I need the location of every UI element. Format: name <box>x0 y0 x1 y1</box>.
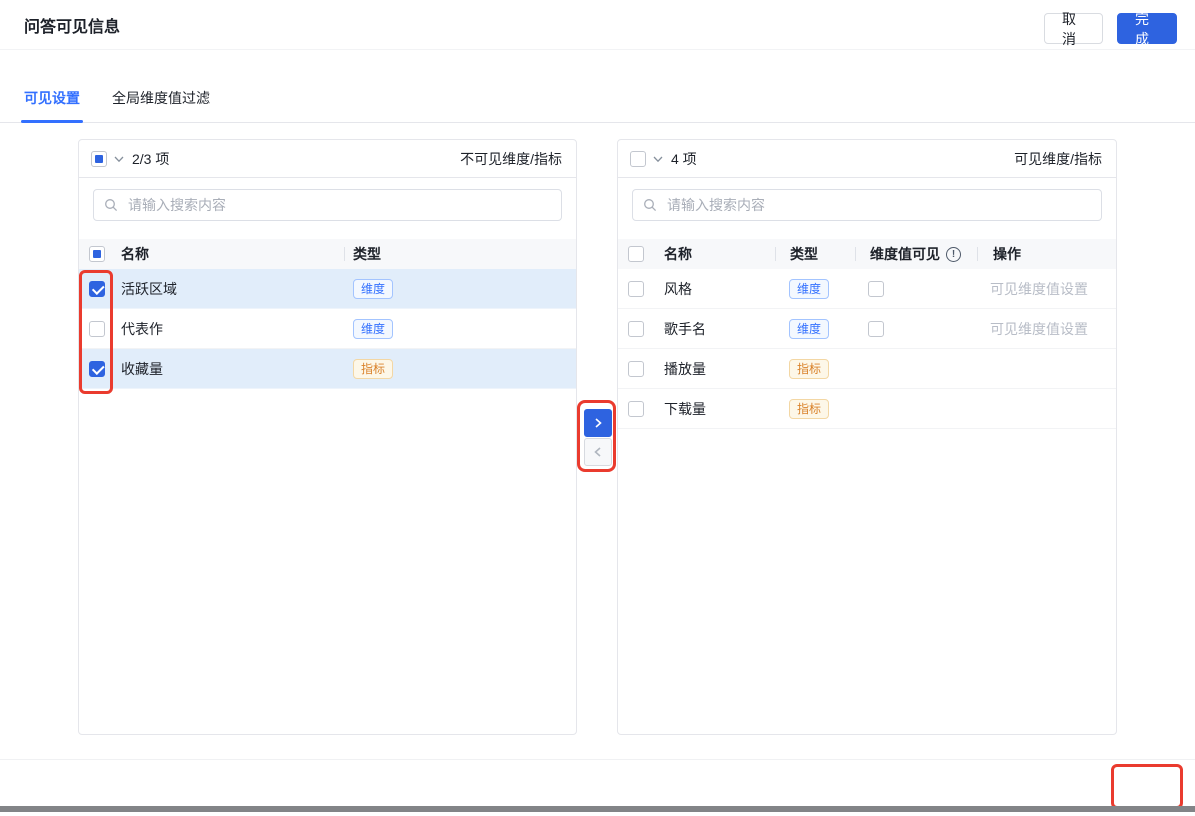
right-col-type: 类型 <box>776 244 855 264</box>
chevron-down-icon[interactable] <box>114 154 124 164</box>
left-search <box>93 189 562 221</box>
left-table-select-all-checkbox[interactable] <box>89 246 105 262</box>
chevron-down-icon[interactable] <box>653 154 663 164</box>
type-tag-dimension: 维度 <box>789 279 829 299</box>
confirm-button[interactable]: 完成 <box>1117 13 1177 44</box>
tab-bar: 可见设置 全局维度值过滤 <box>0 50 1195 123</box>
type-tag-dimension: 维度 <box>789 319 829 339</box>
row-checkbox[interactable] <box>89 361 105 377</box>
left-col-type: 类型 <box>345 244 576 264</box>
select-all-left-checkbox[interactable] <box>91 151 107 167</box>
row-name: 活跃区域 <box>121 279 345 299</box>
type-tag-metric: 指标 <box>789 359 829 379</box>
right-col-action: 操作 <box>978 244 1116 264</box>
dialog-footer <box>0 759 1195 806</box>
table-row[interactable]: 收藏量 指标 <box>79 349 576 389</box>
visible-panel: 4 项 可见维度/指标 名称 类型 维度值可见 ! 操作 风格 维度 <box>617 139 1117 735</box>
move-to-invisible-button[interactable] <box>584 438 612 466</box>
left-table-header: 名称 类型 <box>79 239 576 269</box>
row-checkbox[interactable] <box>628 361 644 377</box>
left-count-label: 2/3 项 <box>132 149 169 169</box>
right-search <box>632 189 1102 221</box>
dim-visible-checkbox[interactable] <box>868 321 884 337</box>
row-name: 代表作 <box>121 319 345 339</box>
visible-panel-header: 4 项 可见维度/指标 <box>618 140 1116 178</box>
select-all-right-checkbox[interactable] <box>630 151 646 167</box>
right-col-name: 名称 <box>664 244 775 264</box>
right-count-label: 4 项 <box>671 149 697 169</box>
row-name: 下载量 <box>664 399 775 419</box>
dialog-header: 问答可见信息 <box>0 0 1195 50</box>
right-table-header: 名称 类型 维度值可见 ! 操作 <box>618 239 1116 269</box>
right-col-dim-visible: 维度值可见 ! <box>856 244 977 264</box>
window-bottom-edge <box>0 806 1195 812</box>
left-col-name: 名称 <box>121 244 344 264</box>
cancel-button[interactable]: 取消 <box>1044 13 1103 44</box>
table-row[interactable]: 播放量 指标 <box>618 349 1116 389</box>
left-search-input[interactable] <box>93 189 562 221</box>
row-checkbox[interactable] <box>89 281 105 297</box>
row-checkbox[interactable] <box>628 401 644 417</box>
row-name: 收藏量 <box>121 359 345 379</box>
row-checkbox[interactable] <box>628 321 644 337</box>
table-row[interactable]: 风格 维度 可见维度值设置 <box>618 269 1116 309</box>
page-title: 问答可见信息 <box>24 13 120 37</box>
row-name: 风格 <box>664 279 775 299</box>
tab-visible-settings[interactable]: 可见设置 <box>24 88 80 122</box>
invisible-panel: 2/3 项 不可见维度/指标 名称 类型 活跃区域 维度 代表作 维度 收 <box>78 139 577 735</box>
table-row[interactable]: 活跃区域 维度 <box>79 269 576 309</box>
search-icon <box>643 198 657 217</box>
type-tag-metric: 指标 <box>789 399 829 419</box>
row-checkbox[interactable] <box>628 281 644 297</box>
row-name: 歌手名 <box>664 319 775 339</box>
type-tag-metric: 指标 <box>353 359 393 379</box>
table-row[interactable]: 下载量 指标 <box>618 389 1116 429</box>
tab-global-dimension-filter[interactable]: 全局维度值过滤 <box>112 88 210 122</box>
dim-value-settings-link[interactable]: 可见维度值设置 <box>990 321 1088 337</box>
row-checkbox[interactable] <box>89 321 105 337</box>
table-row[interactable]: 代表作 维度 <box>79 309 576 349</box>
qa-visible-info-dialog: 问答可见信息 可见设置 全局维度值过滤 2/3 项 不可见维度/指标 名称 <box>0 0 1195 816</box>
left-panel-title: 不可见维度/指标 <box>460 149 562 169</box>
row-name: 播放量 <box>664 359 775 379</box>
right-panel-title: 可见维度/指标 <box>1014 149 1102 169</box>
type-tag-dimension: 维度 <box>353 279 393 299</box>
dim-value-settings-link[interactable]: 可见维度值设置 <box>990 281 1088 297</box>
info-icon[interactable]: ! <box>946 247 961 262</box>
search-icon <box>104 198 118 217</box>
right-search-input[interactable] <box>632 189 1102 221</box>
table-row[interactable]: 歌手名 维度 可见维度值设置 <box>618 309 1116 349</box>
type-tag-dimension: 维度 <box>353 319 393 339</box>
dim-visible-checkbox[interactable] <box>868 281 884 297</box>
right-table-select-all-checkbox[interactable] <box>628 246 644 262</box>
invisible-panel-header: 2/3 项 不可见维度/指标 <box>79 140 576 178</box>
move-to-visible-button[interactable] <box>584 409 612 437</box>
dim-visible-label: 维度值可见 <box>870 244 940 264</box>
